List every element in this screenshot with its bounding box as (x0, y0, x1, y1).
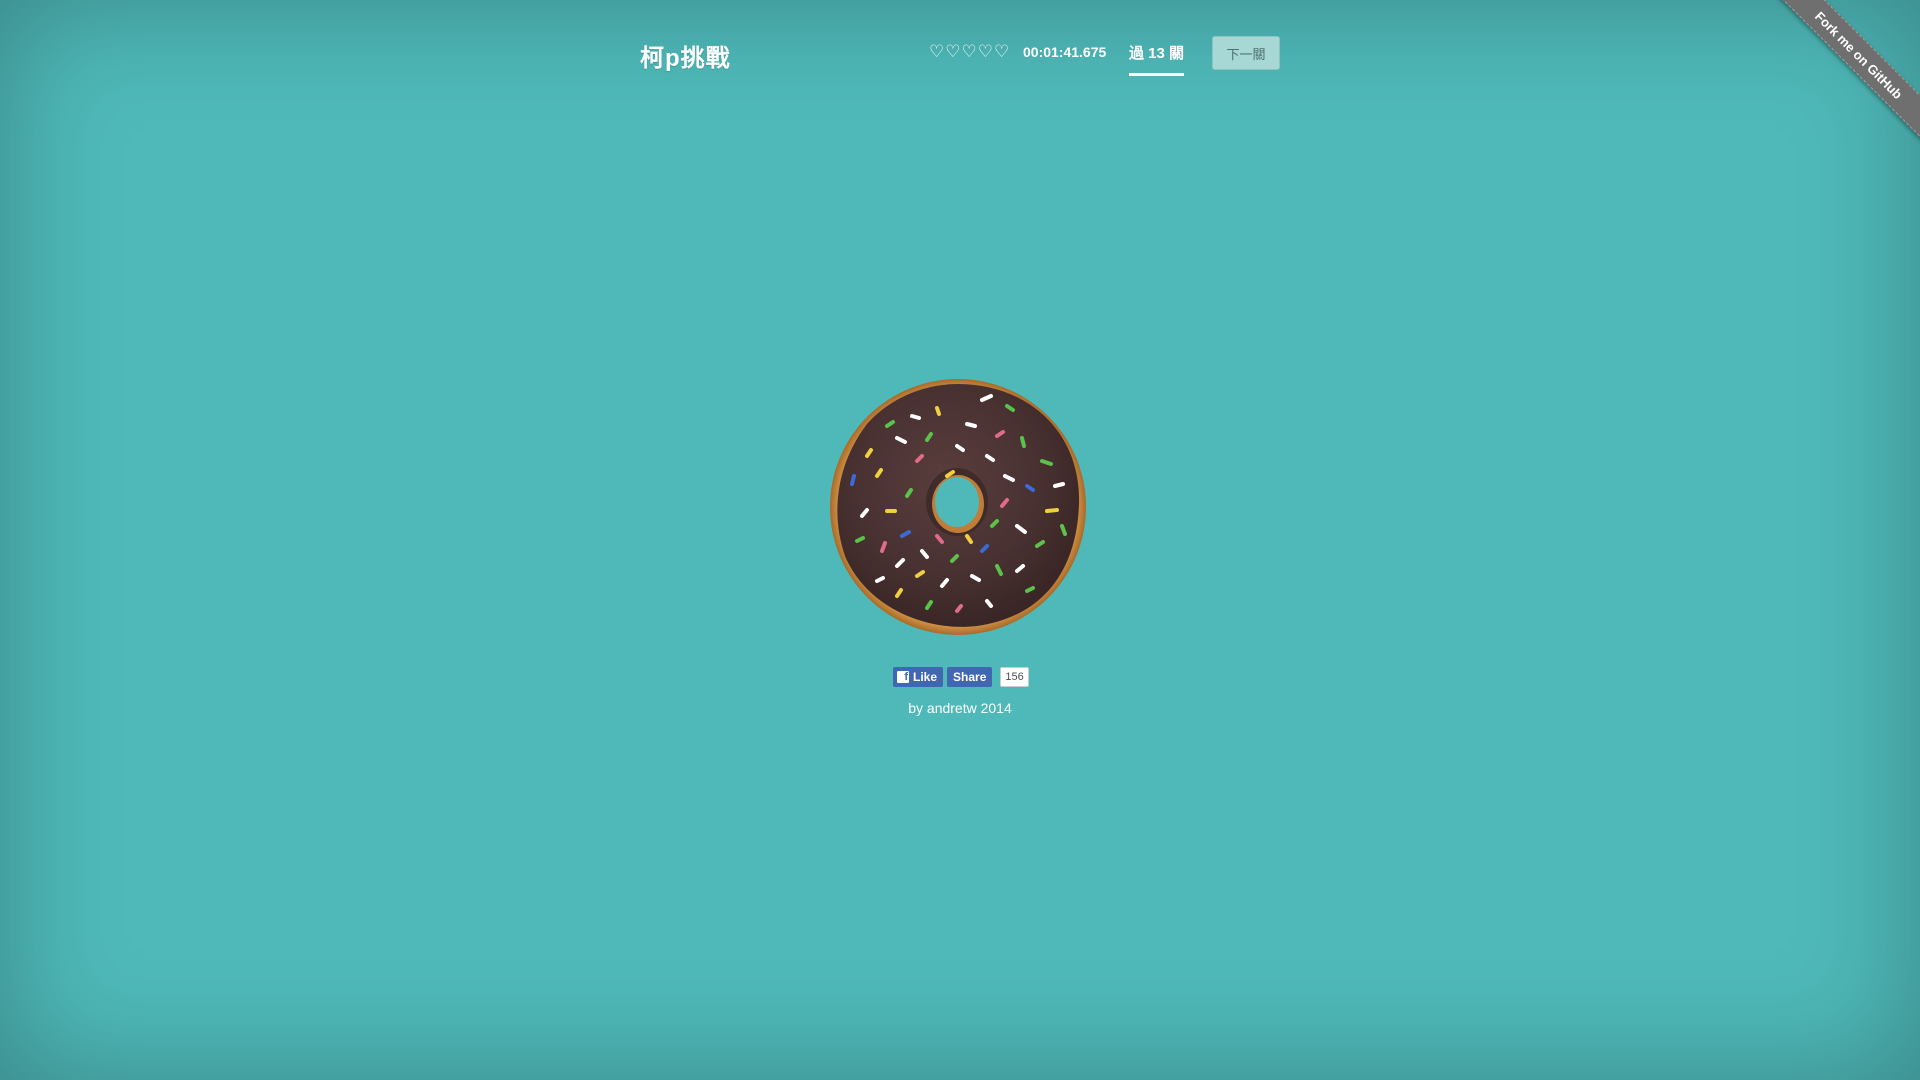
social-buttons: f Like Share 156 (893, 667, 1029, 687)
header: 柯p挑戰 ♡ ♡ ♡ ♡ ♡ 00:01:41.675 過 13 關 下一關 (0, 0, 1920, 110)
facebook-share-button[interactable]: Share (947, 667, 993, 687)
facebook-icon: f (897, 671, 909, 683)
heart-outline-icon: ♡ (945, 42, 961, 62)
heart-outline-icon: ♡ (961, 42, 977, 62)
heart-outline-icon: ♡ (994, 42, 1010, 62)
facebook-like-label: Like (913, 670, 938, 684)
github-ribbon-label[interactable]: Fork me on GitHub (1812, 8, 1905, 101)
site-title[interactable]: 柯p挑戰 (640, 38, 731, 73)
facebook-like-button[interactable]: f Like (893, 667, 944, 687)
timer: 00:01:41.675 (1023, 44, 1107, 60)
heart-outline-icon: ♡ (977, 42, 993, 62)
next-level-button[interactable]: 下一關 (1212, 36, 1280, 70)
github-ribbon-band[interactable]: Fork me on GitHub (1771, 0, 1920, 147)
level-count: 過 13 關 (1129, 42, 1185, 76)
lives-indicator: ♡ ♡ ♡ ♡ ♡ (929, 42, 1009, 62)
github-ribbon[interactable]: Fork me on GitHub (1771, 0, 1920, 149)
heart-outline-icon: ♡ (929, 42, 945, 62)
author-credit: by andretw 2014 (908, 700, 1012, 716)
donut-target[interactable] (827, 376, 1089, 638)
share-count: 156 (1000, 667, 1029, 687)
donut-image[interactable] (827, 376, 1089, 638)
